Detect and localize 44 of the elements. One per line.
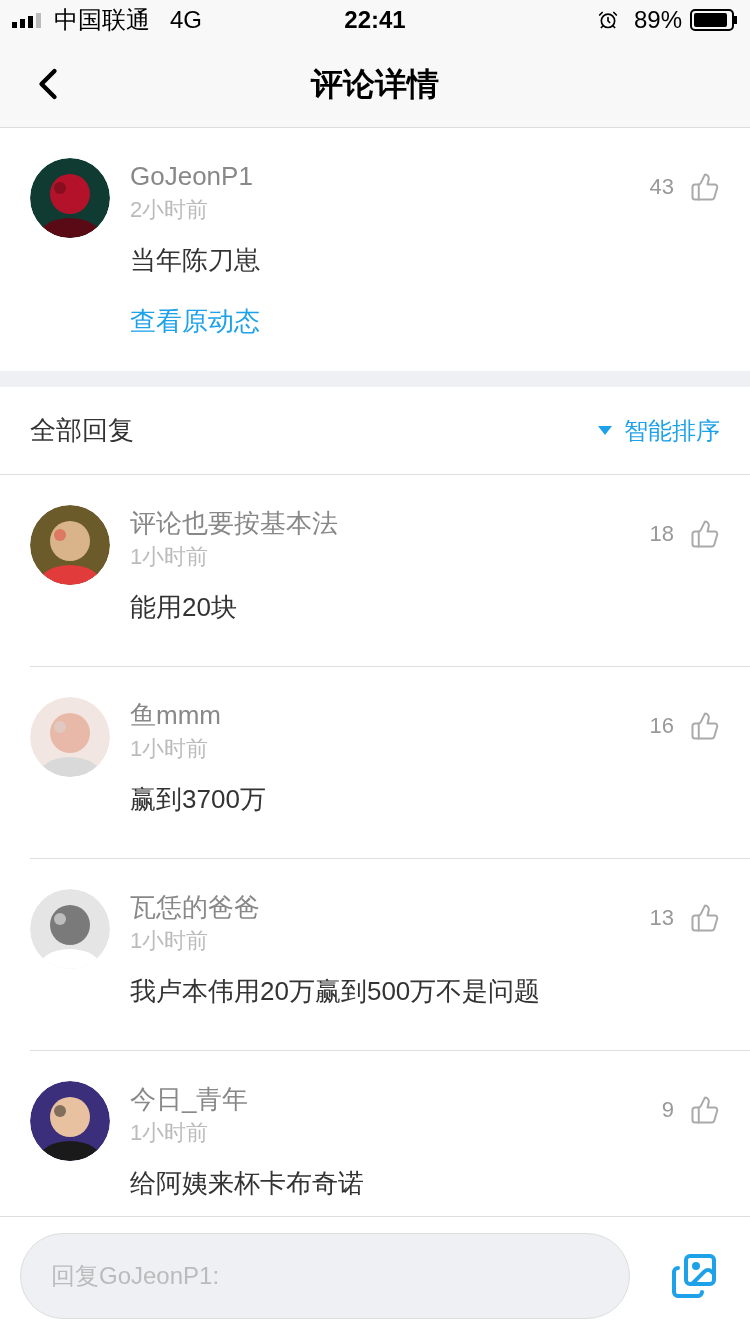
comment-text: 我卢本伟用20万赢到500万不是问题 [130, 975, 542, 1008]
post-time: 1小时前 [130, 1119, 210, 1147]
username[interactable]: 鱼mmm [130, 697, 650, 733]
username[interactable]: 今日_青年 [130, 1081, 662, 1117]
images-icon [670, 1251, 718, 1300]
post-time: 2小时前 [130, 196, 210, 224]
comment-text: 给阿姨来杯卡布奇诺 [130, 1167, 365, 1200]
section-title: 全部回复 [30, 414, 135, 447]
comment-text: 当年陈刀崽 [130, 244, 261, 277]
sort-button[interactable]: 智能排序 [598, 412, 720, 449]
like-button[interactable] [690, 902, 720, 933]
dropdown-icon [598, 426, 612, 435]
comment-text: 赢到3700万 [130, 783, 267, 816]
like-count: 9 [661, 1096, 674, 1124]
username[interactable]: GoJeonP1 [130, 158, 650, 194]
like-count: 18 [649, 520, 674, 548]
post-time: 1小时前 [130, 735, 210, 763]
carrier-name: 中国联通 [54, 5, 150, 35]
comment-text: 能用20块 [130, 591, 238, 624]
alarm-icon [597, 10, 618, 30]
post-time: 1小时前 [130, 543, 210, 571]
clock: 22:41 [344, 5, 406, 35]
like-button[interactable] [690, 171, 720, 202]
like-count: 43 [649, 173, 674, 201]
network-type: 4G [170, 5, 202, 35]
username[interactable]: 评论也要按基本法 [130, 505, 650, 541]
thumbs-up-icon [690, 902, 720, 933]
view-original-link[interactable]: 查看原动态 [110, 302, 650, 341]
like-count: 13 [649, 904, 674, 932]
thumbs-up-icon [690, 710, 720, 741]
battery-percent: 89% [633, 5, 682, 35]
post-time: 1小时前 [130, 927, 210, 955]
page-title: 评论详情 [311, 64, 439, 104]
thumbs-up-icon [690, 1094, 720, 1125]
thumbs-up-icon [690, 171, 720, 202]
image-button[interactable] [670, 1251, 718, 1300]
like-button[interactable] [690, 710, 720, 741]
like-count: 16 [649, 712, 674, 740]
like-button[interactable] [690, 1094, 720, 1125]
username[interactable]: 瓦恁的爸爸 [130, 889, 650, 925]
reply-field[interactable]: 回复GoJeonP1: [20, 1232, 630, 1319]
thumbs-up-icon [690, 518, 720, 549]
like-button[interactable] [690, 518, 720, 549]
battery-icon [690, 9, 738, 31]
